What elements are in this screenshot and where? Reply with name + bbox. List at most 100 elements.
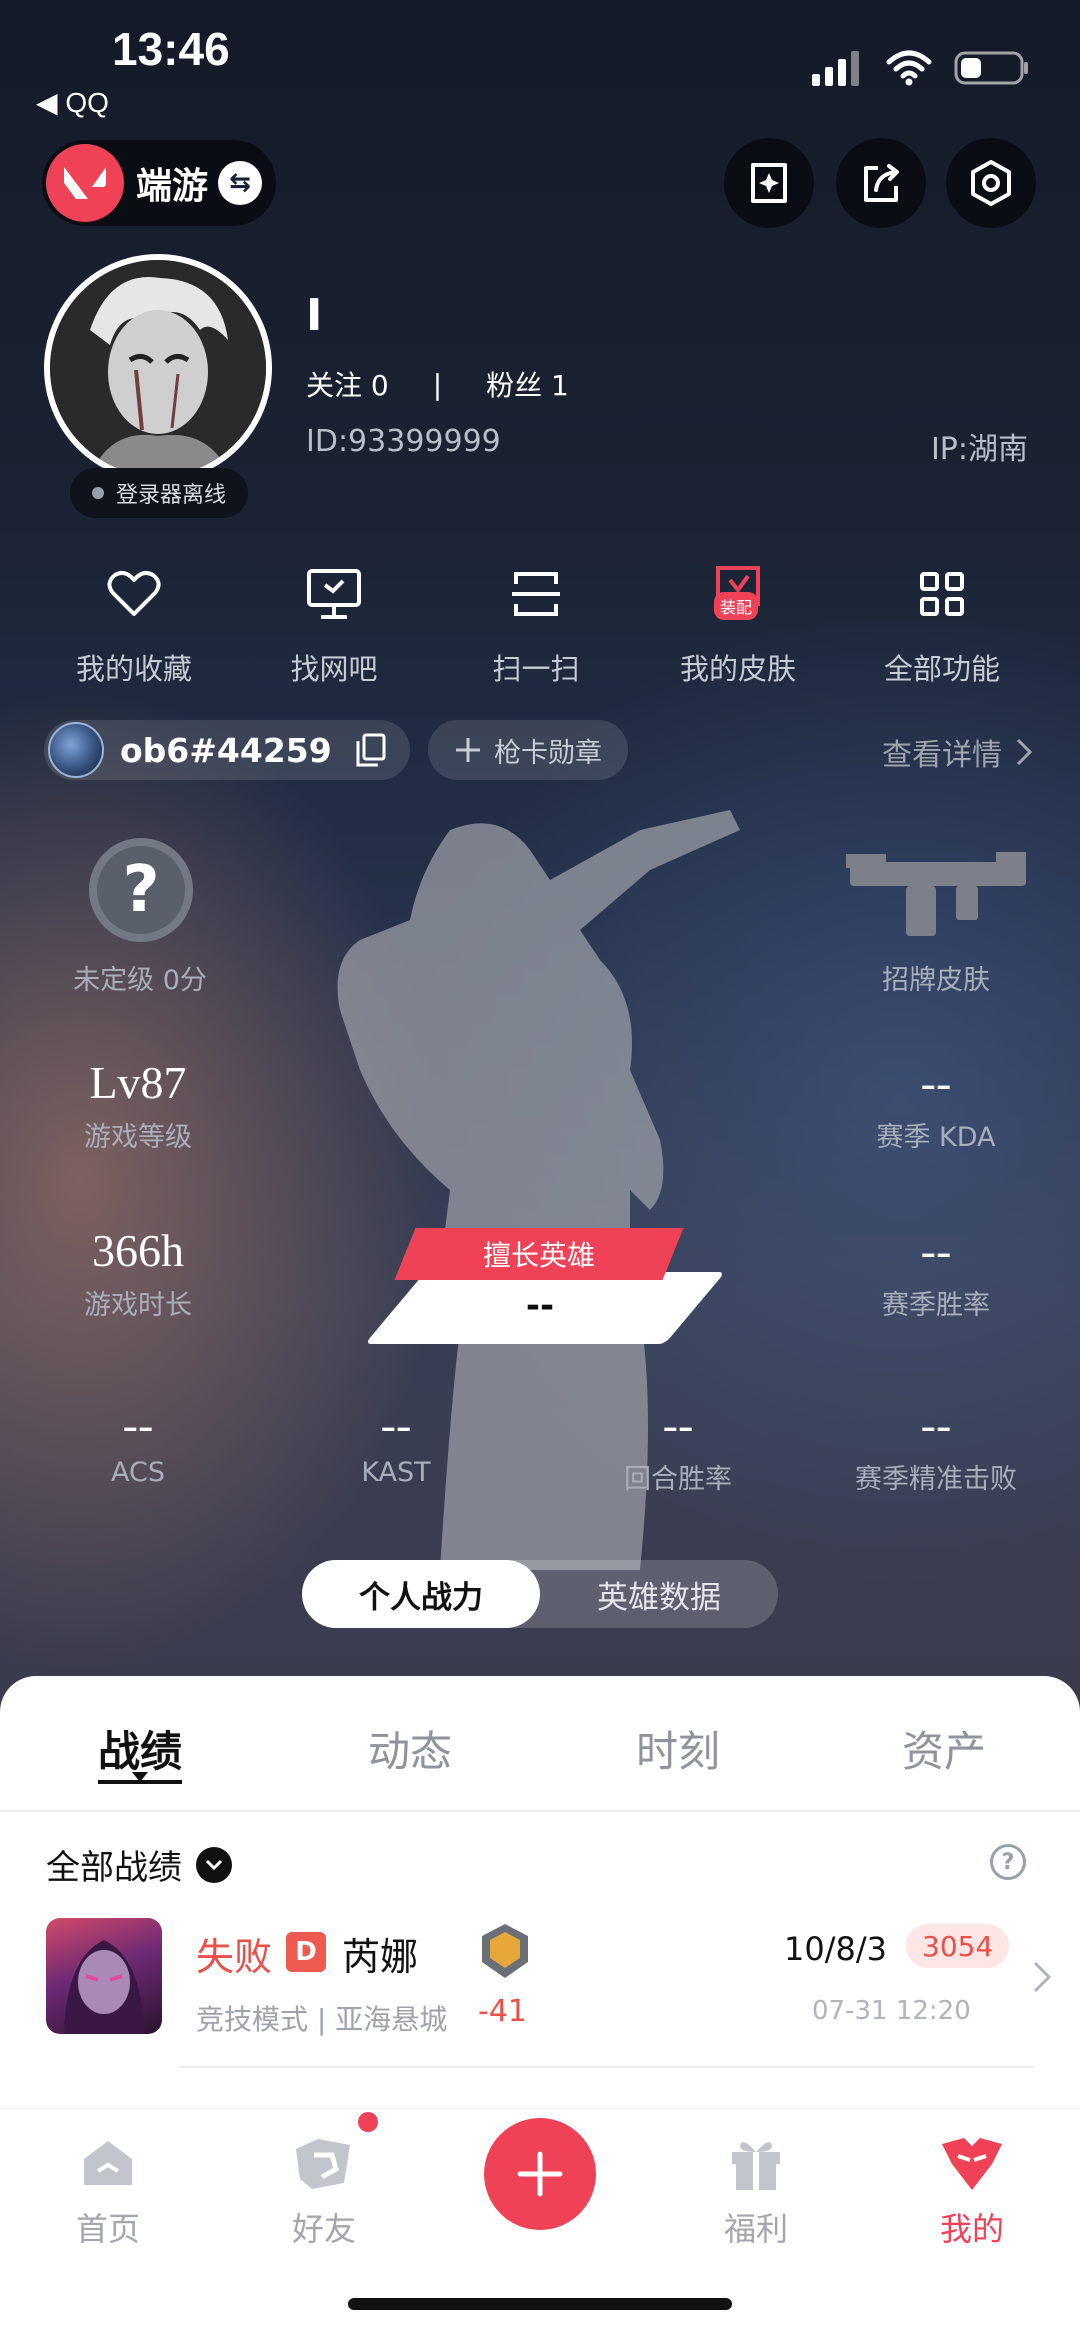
tab-feed[interactable]: 动态	[310, 1718, 510, 1779]
match-kda: 10/8/3	[784, 1930, 887, 1968]
follow-stats: 关注 0 | 粉丝 1	[306, 364, 569, 404]
signature-skin: 招牌皮肤	[806, 952, 1066, 997]
chevron-down-icon	[196, 1846, 232, 1883]
view-details-link[interactable]: 查看详情	[882, 730, 1032, 774]
tab-moments[interactable]: 时刻	[578, 1718, 778, 1779]
fans-count[interactable]: 粉丝 1	[486, 364, 569, 404]
card-badge-label: 枪卡勋章	[494, 737, 602, 769]
login-status-text: 登录器离线	[116, 483, 227, 508]
nav-home-label: 首页	[75, 2210, 140, 2248]
card-edit-button[interactable]	[724, 138, 814, 228]
winrate-label: 赛季胜率	[882, 1290, 990, 1321]
battery-icon	[954, 51, 1028, 85]
match-rank-delta: -41	[478, 1994, 527, 2029]
segment-hero-data[interactable]: 英雄数据	[540, 1560, 778, 1628]
monitor-icon	[307, 569, 361, 619]
quick-action-scan[interactable]: 扫一扫	[446, 562, 626, 688]
following-count[interactable]: 关注 0	[306, 364, 389, 404]
nav-me-label: 我的	[939, 2210, 1004, 2248]
quick-action-label: 扫一扫	[492, 652, 580, 686]
kast-value: --	[380, 1399, 412, 1450]
level-label: 游戏等级	[84, 1122, 192, 1153]
stat-round-winrate: -- 回合胜率	[548, 1398, 808, 1496]
share-icon	[864, 164, 899, 202]
avatar[interactable]	[44, 254, 272, 482]
settings-button[interactable]	[946, 138, 1036, 228]
tabs-divider	[0, 1810, 1080, 1812]
quick-action-internet-cafe[interactable]: 找网吧	[244, 562, 424, 688]
kda-value: --	[920, 1057, 952, 1108]
rank-text: 未定级 0分	[73, 965, 207, 996]
kast-label: KAST	[361, 1457, 431, 1488]
quick-action-label: 我的收藏	[75, 652, 192, 686]
stat-kast: -- KAST	[266, 1398, 526, 1488]
rank-emblem-icon	[482, 1924, 528, 1978]
acs-label: ACS	[111, 1457, 165, 1488]
share-button[interactable]	[836, 138, 926, 228]
best-hero-value: --	[525, 1286, 555, 1326]
card-badge-button[interactable]: 枪卡勋章	[428, 720, 628, 780]
copy-icon[interactable]	[354, 733, 388, 767]
skin-equip-badge: 装配	[714, 592, 759, 620]
record-filter-label: 全部战绩	[46, 1848, 182, 1888]
match-agent-name: 芮娜	[342, 1935, 419, 1979]
kda-label: 赛季 KDA	[876, 1122, 996, 1153]
follow-separator: |	[432, 367, 443, 401]
level-value: Lv87	[89, 1057, 187, 1108]
nav-home[interactable]: 首页	[28, 2128, 188, 2250]
match-row-divider	[178, 2066, 1034, 2068]
signature-skin-label: 招牌皮肤	[882, 965, 990, 996]
valorant-logo-icon	[46, 144, 124, 222]
plus-icon	[517, 2151, 563, 2197]
nav-benefits-label: 福利	[723, 2210, 788, 2248]
friends-icon	[296, 2139, 350, 2189]
best-hero-tag: 擅长英雄	[394, 1228, 684, 1280]
grid-icon	[920, 572, 964, 616]
quick-action-label: 找网吧	[290, 652, 378, 686]
best-hero-tag-label: 擅长英雄	[482, 1239, 595, 1272]
me-icon	[942, 2138, 1002, 2190]
nav-create-button[interactable]	[484, 2118, 596, 2230]
chevron-right-icon[interactable]	[1032, 1960, 1052, 1994]
card-edit-icon	[751, 163, 787, 203]
help-icon[interactable]: ?	[990, 1844, 1026, 1880]
login-status-badge: 登录器离线	[70, 468, 249, 518]
home-icon	[84, 2141, 132, 2185]
nav-benefits[interactable]: 福利	[676, 2128, 836, 2250]
record-filter-dropdown[interactable]: 全部战绩	[46, 1840, 232, 1889]
tab-assets[interactable]: 资产	[844, 1718, 1044, 1779]
nav-me[interactable]: 我的	[892, 2128, 1052, 2250]
wifi-icon	[886, 50, 932, 86]
quick-action-all-features[interactable]: 全部功能	[852, 562, 1032, 688]
quick-action-skins[interactable]: 装配 我的皮肤	[648, 562, 828, 688]
quick-action-favorites[interactable]: 我的收藏	[44, 562, 224, 688]
tab-records[interactable]: 战绩	[40, 1718, 240, 1779]
riot-account-pill[interactable]: ob6#44259	[44, 720, 410, 780]
home-indicator[interactable]	[348, 2298, 732, 2310]
swap-icon: ⇆	[218, 161, 263, 205]
hours-label: 游戏时长	[84, 1290, 192, 1321]
weapon-skin-icon[interactable]	[846, 852, 1030, 942]
quick-action-label: 我的皮肤	[679, 652, 796, 686]
nav-friends[interactable]: 好友	[244, 2128, 404, 2250]
acs-value: --	[122, 1399, 154, 1450]
match-result: 失败	[196, 1935, 273, 1979]
account-avatar	[48, 722, 104, 778]
segment-personal-power[interactable]: 个人战力	[302, 1560, 540, 1628]
status-icons	[812, 50, 1030, 86]
plus-icon	[456, 738, 480, 762]
rank-unranked-icon: ?	[89, 838, 193, 942]
gift-icon	[732, 2142, 780, 2190]
stat-precise-kills: -- 赛季精准击败	[806, 1398, 1066, 1496]
match-agent-avatar	[46, 1918, 162, 2034]
stat-winrate: -- 赛季胜率	[806, 1224, 1066, 1322]
riot-id: ob6#44259	[120, 730, 332, 770]
scan-icon	[512, 572, 560, 616]
mode-switcher[interactable]: 端游 ⇆	[42, 140, 277, 226]
winrate-value: --	[920, 1225, 952, 1276]
chevron-right-icon	[1016, 738, 1032, 766]
offline-dot-icon	[92, 487, 104, 499]
heart-icon	[107, 570, 161, 616]
back-to-app[interactable]: ◀ QQ	[36, 86, 109, 119]
ip-location: IP:湖南	[930, 432, 1028, 467]
